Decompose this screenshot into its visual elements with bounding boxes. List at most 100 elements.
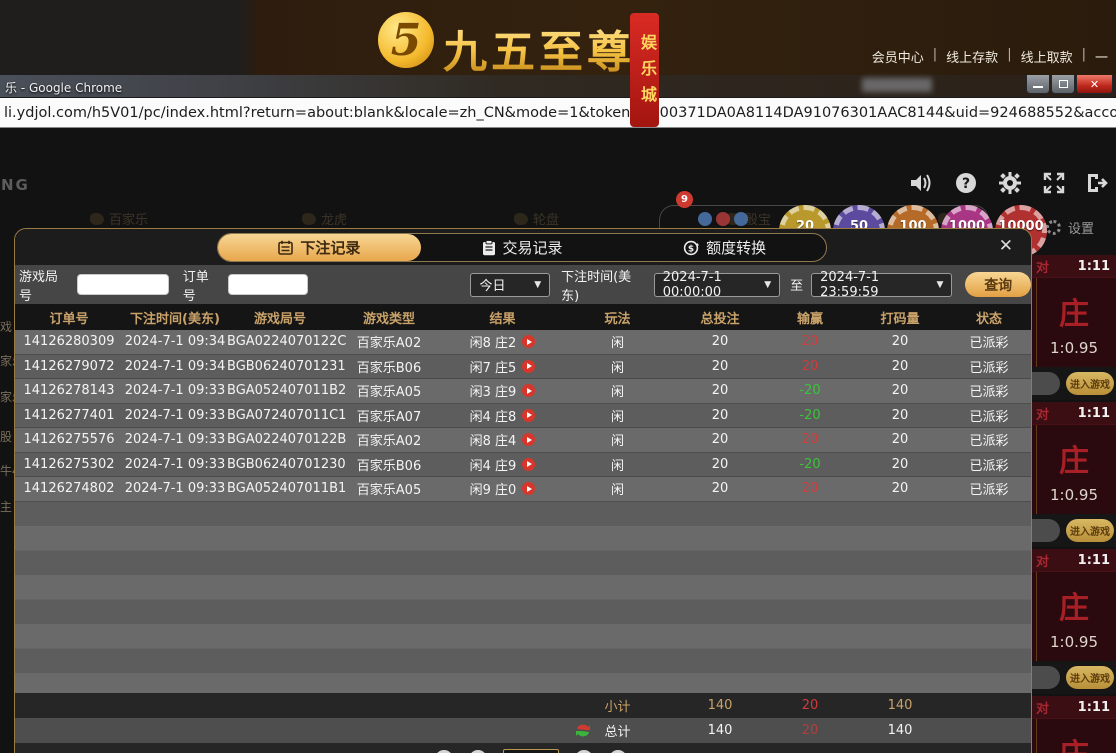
cell-winloss: -20 — [765, 383, 855, 398]
game-nav-label: 轮盘 — [533, 209, 559, 228]
date-to-value: 2024-7-1 23:59:59 — [820, 270, 928, 300]
link-separator: | — [1082, 47, 1086, 66]
banner-link[interactable]: 一 — [1095, 47, 1108, 66]
sound-icon[interactable] — [909, 170, 934, 195]
card-odds: 1:0.95 — [1050, 339, 1098, 357]
card-gray-button-fragment[interactable] — [1032, 666, 1060, 689]
modal-close-icon[interactable]: ✕ — [999, 238, 1013, 255]
pagination — [435, 749, 627, 753]
game-nav-item[interactable]: 百家乐 — [90, 209, 148, 228]
cell-total: 20 — [675, 408, 765, 423]
modal-tabbar: 下注记录 交易记录 $ 额度转换 ✕ — [15, 229, 1031, 265]
replay-play-icon[interactable] — [522, 458, 535, 471]
sidebar-fragment: 家乐 — [0, 352, 14, 369]
game-round-input[interactable] — [77, 274, 169, 295]
card-body: 庄 1:0.95 — [1032, 424, 1116, 514]
cell-game: 百家乐A05 — [333, 479, 445, 498]
table-row: 14126277401 2024-7-1 09:33 BGA072407011C… — [15, 404, 1032, 429]
result-text: 闲3 庄9 — [470, 381, 517, 400]
enter-game-button[interactable]: 进入游戏 — [1066, 666, 1114, 689]
card-gray-button-fragment[interactable] — [1032, 519, 1060, 542]
table-settings-fragment[interactable]: 设置 — [1046, 218, 1094, 237]
banner-link[interactable]: 线上取款 — [1021, 47, 1073, 66]
tab-bet-records[interactable]: 下注记录 — [218, 234, 421, 261]
replay-play-icon[interactable] — [522, 335, 535, 348]
cell-total: 20 — [675, 383, 765, 398]
maximize-button[interactable] — [1051, 75, 1075, 94]
subtotal-winloss: 20 — [765, 698, 855, 713]
game-nav-item[interactable]: 龙虎 — [302, 209, 347, 228]
cell-round: BGA052407011B1 — [227, 481, 333, 496]
card-timer-bar: 对 1:11 — [1032, 402, 1116, 424]
game-nav-item[interactable]: 轮盘 — [514, 209, 559, 228]
replay-play-icon[interactable] — [522, 384, 535, 397]
banner-link[interactable]: 会员中心 — [872, 47, 924, 66]
tab-transaction-records[interactable]: 交易记录 — [421, 234, 624, 261]
result-text: 闲9 庄0 — [470, 479, 517, 498]
cell-result: 闲8 庄4 — [445, 430, 560, 449]
cell-order: 14126275576 — [15, 432, 123, 447]
cell-round: BGA0224070122C — [227, 334, 333, 349]
cell-turnover: 20 — [855, 359, 945, 374]
minimize-button[interactable] — [1026, 75, 1050, 94]
table-row: 14126278143 2024-7-1 09:33 BGA052407011B… — [15, 379, 1032, 404]
table-row: 14126275576 2024-7-1 09:33 BGA0224070122… — [15, 428, 1032, 453]
cell-turnover: 20 — [855, 432, 945, 447]
replay-play-icon[interactable] — [522, 433, 535, 446]
card-odds: 1:0.95 — [1050, 633, 1098, 651]
cell-order: 14126278143 — [15, 383, 123, 398]
pager-page-input[interactable] — [503, 749, 559, 753]
card-body: 庄 1:0.95 — [1032, 277, 1116, 367]
enter-game-button[interactable]: 进入游戏 — [1066, 372, 1114, 395]
replay-play-icon[interactable] — [522, 360, 535, 373]
bet-records-modal: 下注记录 交易记录 $ 额度转换 ✕ 游戏局号 订单号 今日▼ 下注时间 — [14, 228, 1032, 753]
card-corner-label: 对 — [1036, 257, 1049, 276]
card-timer: 1:11 — [1078, 553, 1110, 568]
banner-link[interactable]: 线上存款 — [946, 47, 998, 66]
column-header: 游戏局号 — [227, 308, 333, 327]
cell-status: 已派彩 — [945, 479, 1032, 498]
refresh-icon[interactable] — [575, 723, 591, 738]
window-close-button[interactable]: ✕ — [1076, 75, 1113, 94]
fullscreen-icon[interactable] — [1041, 170, 1066, 195]
card-timer: 1:11 — [1078, 259, 1110, 274]
replay-play-icon[interactable] — [522, 482, 535, 495]
date-range-select[interactable]: 今日▼ — [470, 273, 550, 297]
date-to-select[interactable]: 2024-7-1 23:59:59▼ — [811, 273, 952, 297]
date-from-value: 2024-7-1 00:00:00 — [663, 270, 756, 300]
date-from-select[interactable]: 2024-7-1 00:00:00▼ — [654, 273, 780, 297]
site-logo-text: 九五至尊 — [443, 16, 635, 80]
game-card-fragment: 对 1:11 庄 1:0.95 进入游戏 — [1032, 402, 1116, 547]
cell-result: 闲4 庄9 — [445, 455, 560, 474]
card-gray-button-fragment[interactable] — [1032, 372, 1060, 395]
tab-quota-transfer[interactable]: $ 额度转换 — [623, 234, 826, 261]
notification-badge: 9 — [676, 191, 693, 208]
cell-play: 闲 — [560, 430, 675, 449]
replay-play-icon[interactable] — [522, 409, 535, 422]
cell-order: 14126275302 — [15, 457, 123, 472]
right-game-cards-strip: 对 1:11 庄 1:0.95 进入游戏 对 1:11 庄 1:0.95 进入游… — [1032, 240, 1116, 753]
order-number-label: 订单号 — [183, 266, 222, 304]
cell-winloss: 20 — [765, 432, 855, 447]
grand-total-turnover: 140 — [855, 723, 945, 738]
card-corner-label: 对 — [1036, 404, 1049, 423]
cell-game: 百家乐A02 — [333, 430, 445, 449]
tab-group: 下注记录 交易记录 $ 额度转换 — [217, 233, 827, 262]
settings-gear-icon[interactable] — [997, 170, 1022, 195]
sidebar-fragment: 戏 — [0, 318, 12, 335]
column-header: 结果 — [445, 308, 560, 327]
result-text: 闲4 庄9 — [470, 455, 517, 474]
help-icon[interactable]: ? — [953, 170, 978, 195]
exit-icon[interactable] — [1085, 170, 1110, 195]
cell-turnover: 20 — [855, 481, 945, 496]
link-separator: | — [1007, 47, 1011, 66]
cell-total: 20 — [675, 359, 765, 374]
card-bet-label: 庄 — [1059, 730, 1089, 753]
tab-label: 额度转换 — [706, 237, 766, 258]
mini-chip-icon — [716, 212, 730, 226]
search-button[interactable]: 查询 — [965, 272, 1031, 297]
order-number-input[interactable] — [228, 274, 308, 295]
cell-play: 闲 — [560, 455, 675, 474]
enter-game-button[interactable]: 进入游戏 — [1066, 519, 1114, 542]
cell-play: 闲 — [560, 406, 675, 425]
